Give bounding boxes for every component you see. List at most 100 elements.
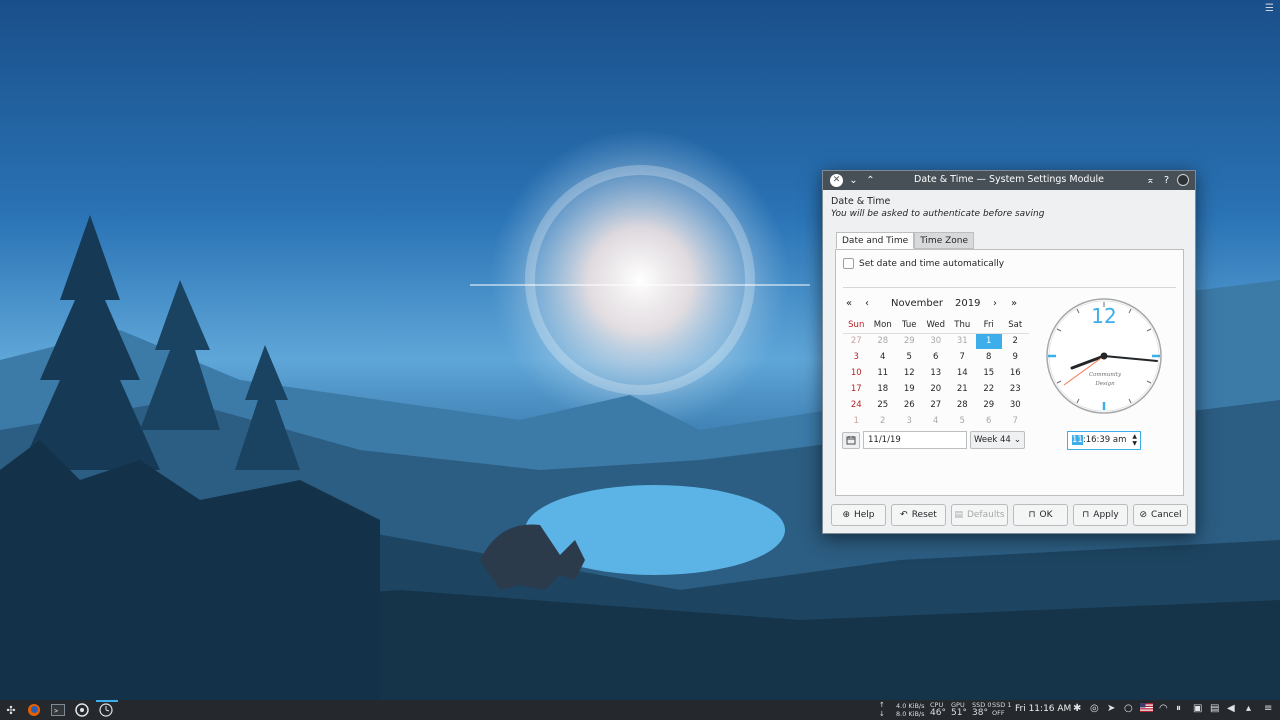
apply-button[interactable]: ⊓ Apply [1073,504,1128,526]
week-select[interactable]: Week 44 ⌄ [970,431,1025,449]
terminal-icon[interactable]: > [49,700,67,720]
calendar-day[interactable]: 23 [1002,381,1029,397]
system-settings-icon[interactable] [97,700,115,720]
wifi-icon[interactable]: ◠ [1159,703,1168,714]
ok-button[interactable]: ⊓ OK [1013,504,1068,526]
calendar-day[interactable]: 3 [843,349,870,365]
tab-date-and-time[interactable]: Date and Time [836,232,915,249]
calendar-day[interactable]: 26 [896,397,923,413]
previous-year-icon[interactable]: « [846,298,852,309]
calendar-day[interactable]: 10 [843,365,870,381]
cpu-temp: CPU 46° [930,701,946,718]
calendar-day[interactable]: 30 [1002,397,1029,413]
defaults-button[interactable]: ▤ Defaults [951,504,1008,526]
media-pause-icon[interactable]: ⏸ [1176,703,1181,714]
tab-time-zone[interactable]: Time Zone [914,232,975,249]
cancel-icon: ⊘ [1139,510,1148,520]
window-menu-icon[interactable] [1177,174,1189,186]
calendar-day[interactable]: 2 [870,413,897,429]
calendar-day[interactable]: 11 [870,365,897,381]
volume-icon[interactable]: ◀ [1227,703,1235,714]
calendar-day[interactable]: 25 [870,397,897,413]
auto-time-checkbox[interactable] [843,258,854,269]
calendar-day[interactable]: 27 [923,397,950,413]
calendar-day[interactable]: 6 [976,413,1003,429]
circle-status-icon[interactable]: ○ [1124,703,1133,714]
reset-button-label: Reset [911,510,937,520]
calendar-day[interactable]: 7 [1002,413,1029,429]
previous-month-icon[interactable]: ‹ [865,298,869,309]
reset-button[interactable]: ↶ Reset [891,504,946,526]
calendar-day[interactable]: 16 [1002,365,1029,381]
window-title: Date & Time — System Settings Module [914,174,1104,185]
date-field[interactable]: 11/1/19 [863,431,967,449]
calendar-day[interactable]: 18 [870,381,897,397]
gpu-temp: GPU 51° [951,701,967,718]
year-label[interactable]: 2019 [955,298,980,309]
calendar-day[interactable]: 4 [923,413,950,429]
undo-icon: ↶ [900,510,908,520]
next-year-icon[interactable]: » [1011,298,1017,309]
keep-above-icon[interactable]: ⌅ [1144,174,1157,187]
calendar-week: 1 2 3 4 5 6 7 [843,413,1029,429]
calendar-day[interactable]: 2 [1002,333,1029,349]
firefox-icon[interactable] [25,700,43,720]
calendar-day[interactable]: 19 [896,381,923,397]
clock-numeral-12: 12 [1091,304,1116,328]
taskbar-clock[interactable]: Fri 11:16 AM [1015,704,1071,714]
calendar-day[interactable]: 5 [949,413,976,429]
desktop-toolbox-icon[interactable]: ☰ [1265,3,1274,14]
calendar-day[interactable]: 22 [976,381,1003,397]
calendar-day[interactable]: 30 [923,333,950,349]
obs-tray-icon[interactable]: ◎ [1090,703,1099,714]
calendar-day-selected[interactable]: 1 [975,333,1002,349]
calendar-icon[interactable] [842,431,860,449]
calendar-day[interactable]: 14 [949,365,976,381]
app-launcher-icon[interactable]: ✣ [3,700,19,720]
month-label[interactable]: November [891,298,943,309]
calendar-day[interactable]: 31 [949,333,976,349]
apply-icon: ⊓ [1082,510,1090,520]
calendar-day[interactable]: 9 [1002,349,1029,365]
help-button[interactable]: ⊕ Help [831,504,886,526]
calendar-day[interactable]: 7 [949,349,976,365]
bluetooth-icon[interactable]: ✱ [1073,703,1081,714]
calendar-day[interactable]: 28 [870,333,897,349]
panel-settings-icon[interactable]: ≡ [1264,703,1272,714]
calendar-day[interactable]: 4 [870,349,897,365]
calendar-day[interactable]: 17 [843,381,870,397]
send-icon[interactable]: ➤ [1107,703,1115,714]
cancel-button-label: Cancel [1151,510,1182,520]
calendar-day[interactable]: 13 [923,365,950,381]
calendar-day[interactable]: 8 [976,349,1003,365]
calendar-day[interactable]: 21 [949,381,976,397]
gpu-temp-value: 51° [951,708,967,718]
calendar-day[interactable]: 29 [976,397,1003,413]
time-field[interactable]: 11:16:39 am ▲ ▼ [1067,431,1141,450]
cancel-button[interactable]: ⊘ Cancel [1133,504,1188,526]
clipboard-icon[interactable]: ▤ [1210,703,1219,714]
calendar-day[interactable]: 12 [896,365,923,381]
calendar-day[interactable]: 29 [896,333,923,349]
calendar-day[interactable]: 15 [976,365,1003,381]
calendar-day[interactable]: 5 [896,349,923,365]
windows-icon[interactable]: ▣ [1193,703,1202,714]
network-arrows-icon: ↑ ↓ [879,701,885,718]
expand-tray-icon[interactable]: ▴ [1246,703,1251,714]
window-titlebar[interactable]: ✕ ⌄ ⌃ Date & Time — System Settings Modu… [823,171,1195,190]
calendar-day[interactable]: 20 [923,381,950,397]
spin-arrows-icon[interactable]: ▲ ▼ [1132,433,1137,447]
help-icon[interactable]: ? [1160,174,1173,187]
calendar-day[interactable]: 3 [896,413,923,429]
calendar-day[interactable]: 27 [843,333,870,349]
obs-icon[interactable] [73,700,91,720]
calendar-day[interactable]: 6 [923,349,950,365]
auto-time-checkbox-row[interactable]: Set date and time automatically [843,258,1004,269]
calendar-day[interactable]: 1 [843,413,870,429]
flag-us-icon[interactable] [1140,703,1153,715]
weekday-header: Sat [1002,317,1029,334]
next-month-icon[interactable]: › [993,298,997,309]
calendar-day[interactable]: 24 [843,397,870,413]
ssd1-temp: SSD 1 OFF [992,701,1011,717]
calendar-day[interactable]: 28 [949,397,976,413]
